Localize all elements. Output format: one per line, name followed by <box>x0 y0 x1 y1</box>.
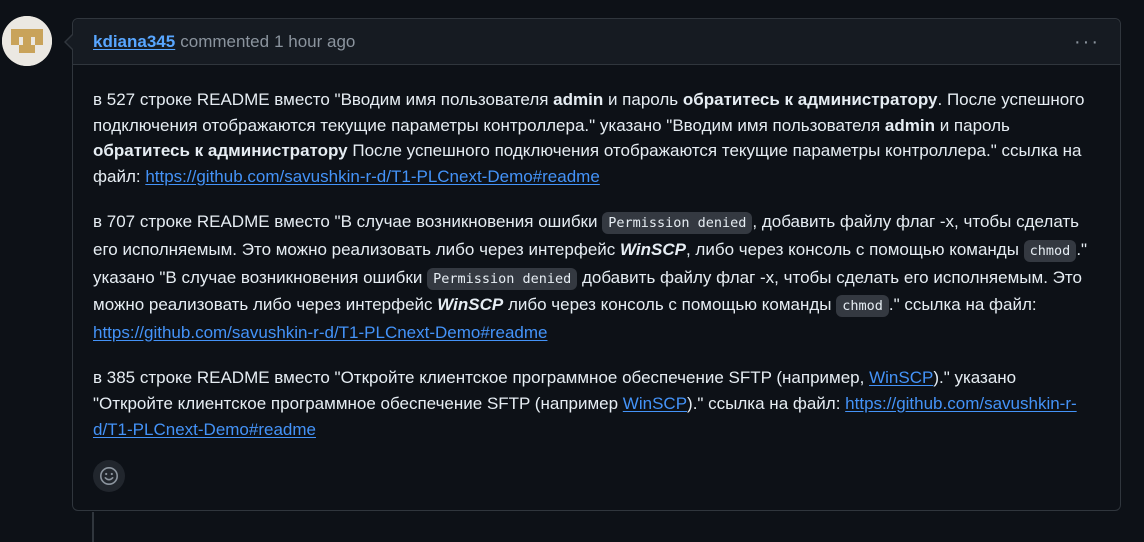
comment-meta: commented 1 hour ago <box>180 32 355 52</box>
winscp-link[interactable]: WinSCP <box>623 394 687 413</box>
author-avatar[interactable] <box>2 16 52 66</box>
readme-link[interactable]: https://github.com/savushkin-r-d/T1-PLCn… <box>93 323 547 342</box>
text-span: и пароль <box>603 90 683 109</box>
bold-text: обратитесь к администратору <box>682 90 938 109</box>
text-span: )." ссылка на файл: <box>687 393 846 413</box>
bold-text: обратитесь к администратору <box>93 141 348 161</box>
readme-link[interactable]: https://github.com/savushkin-r-d/T1-PLCn… <box>145 167 599 186</box>
bold-text: admin <box>553 90 604 109</box>
comment-header: kdiana345 commented 1 hour ago ··· <box>73 19 1120 65</box>
inline-code: chmod <box>1023 239 1077 262</box>
author-link[interactable]: kdiana345 <box>93 32 175 52</box>
comment-body: в 527 строке README вместо "Вводим имя п… <box>73 65 1120 442</box>
inline-code: chmod <box>836 295 889 318</box>
add-reaction-button[interactable] <box>93 460 125 492</box>
smiley-icon <box>100 467 118 485</box>
bold-text: admin <box>884 115 935 135</box>
comment-paragraph: в 385 строке README вместо "Откройте кли… <box>93 365 1100 442</box>
text-span: и пароль <box>934 115 1010 135</box>
comment-box: kdiana345 commented 1 hour ago ··· в 527 … <box>64 18 1121 511</box>
comment-verb: commented <box>180 31 270 51</box>
inline-code: Permission denied <box>602 212 753 235</box>
comment-paragraph: в 527 строке README вместо "Вводим имя п… <box>93 87 1100 189</box>
text-span: либо через консоль с помощью команды <box>503 295 837 315</box>
timeline-line <box>92 512 94 542</box>
comment-pointer-fill <box>66 34 74 50</box>
bold-italic-text: WinSCP <box>620 239 686 259</box>
kebab-horizontal-icon[interactable]: ··· <box>1070 30 1104 54</box>
winscp-link[interactable]: WinSCP <box>869 368 933 387</box>
text-span: в 527 строке README вместо "Вводим имя п… <box>93 90 554 109</box>
comment-paragraph: в 707 строке README вместо "В случае воз… <box>93 209 1100 345</box>
text-span: ." ссылка на файл: <box>888 295 1037 315</box>
inline-code: Permission denied <box>427 267 578 290</box>
bold-italic-text: WinSCP <box>437 295 504 315</box>
text-span: , либо через консоль с помощью команды <box>685 239 1024 259</box>
text-span: в 385 строке README вместо "Откройте кли… <box>93 368 870 388</box>
identicon-avatar <box>2 16 52 66</box>
text-span: в 707 строке README вместо "В случае воз… <box>93 212 603 232</box>
comment-timestamp[interactable]: 1 hour ago <box>274 32 355 51</box>
